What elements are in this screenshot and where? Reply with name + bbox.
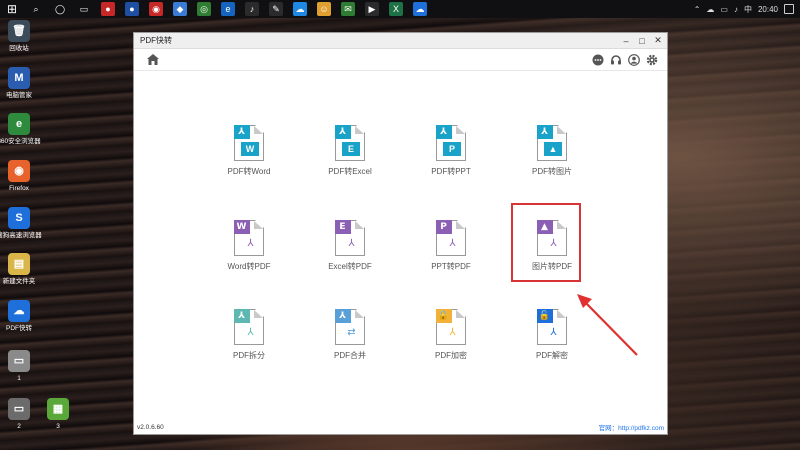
annotation-arrow <box>577 294 638 356</box>
